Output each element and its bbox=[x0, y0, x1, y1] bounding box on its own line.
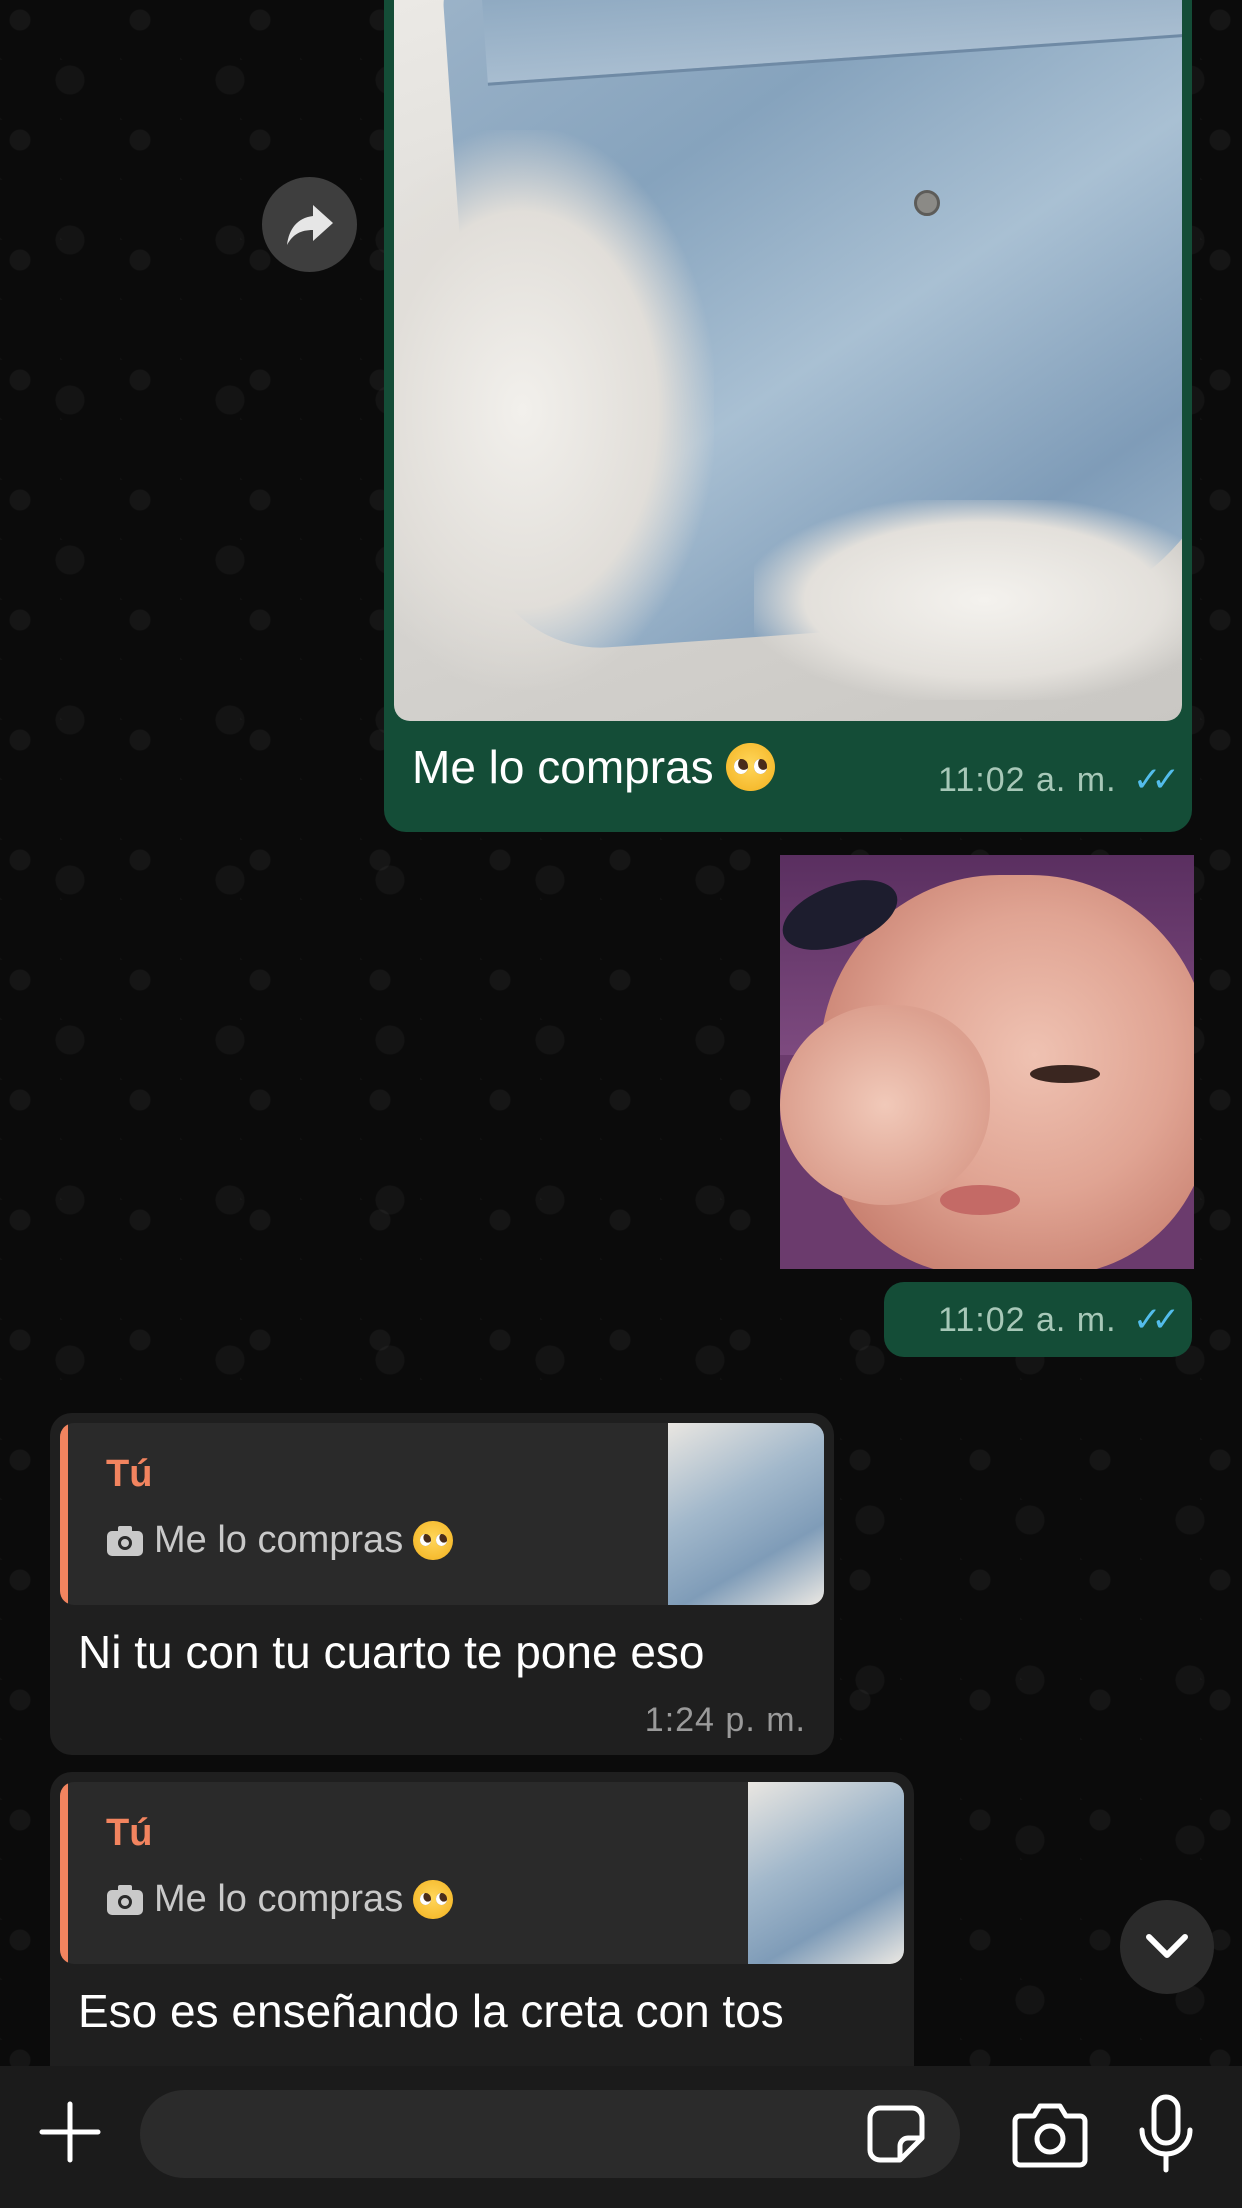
chat-background: Me lo compras 11:02 a. m. ✓✓ 11:02 a. m.… bbox=[0, 0, 1242, 2066]
sticker-icon bbox=[867, 2105, 925, 2163]
incoming-reply-message[interactable]: Tú Me lo compras Eso es enseñando la cre… bbox=[50, 1772, 914, 2066]
plus-icon bbox=[39, 2101, 101, 2163]
attach-button[interactable] bbox=[34, 2096, 106, 2168]
pleading-face-emoji bbox=[413, 1879, 454, 1920]
scroll-to-bottom-button[interactable] bbox=[1120, 1900, 1214, 1994]
message-text: Eso es enseñando la creta con tos bbox=[78, 1985, 784, 2037]
microphone-icon bbox=[1139, 2094, 1193, 2173]
message-meta: 11:02 a. m. ✓✓ bbox=[937, 760, 1180, 800]
quote-thumbnail bbox=[748, 1782, 904, 1964]
pleading-face-emoji bbox=[726, 742, 775, 792]
microphone-button[interactable] bbox=[1136, 2094, 1196, 2174]
incoming-reply-message[interactable]: Tú Me lo compras Ni tu con tu cuarto te … bbox=[50, 1413, 834, 1755]
message-meta: 11:02 a. m. ✓✓ bbox=[884, 1282, 1192, 1357]
message-time: 11:02 a. m. bbox=[937, 1301, 1117, 1339]
chevron-down-icon bbox=[1146, 1934, 1188, 1958]
quote-text: Me lo compras bbox=[106, 1519, 454, 1562]
camera-small-icon bbox=[107, 1884, 143, 1915]
quoted-message[interactable]: Tú Me lo compras bbox=[60, 1423, 824, 1605]
sticker-button[interactable] bbox=[866, 2104, 926, 2164]
camera-button[interactable] bbox=[1012, 2100, 1088, 2168]
quote-thumbnail bbox=[668, 1423, 824, 1605]
forward-button[interactable] bbox=[262, 177, 357, 272]
message-time: 1:24 p. m. bbox=[644, 1701, 806, 1739]
pleading-face-emoji bbox=[413, 1520, 454, 1561]
message-text: Ni tu con tu cuarto te pone eso bbox=[78, 1626, 705, 1678]
quote-text: Me lo compras bbox=[106, 1878, 454, 1921]
quoted-message[interactable]: Tú Me lo compras bbox=[60, 1782, 904, 1964]
message-composer bbox=[0, 2066, 1242, 2208]
double-check-icon: ✓✓ bbox=[1133, 1301, 1180, 1339]
camera-icon bbox=[1012, 2103, 1088, 2168]
camera-small-icon bbox=[107, 1525, 143, 1556]
quote-author: Tú bbox=[106, 1812, 153, 1854]
message-caption: Me lo compras bbox=[412, 740, 775, 794]
jeans-photo[interactable] bbox=[394, 0, 1182, 721]
message-time: 11:02 a. m. bbox=[937, 761, 1117, 799]
message-input[interactable] bbox=[140, 2090, 960, 2178]
forward-arrow-icon bbox=[286, 204, 333, 245]
quote-author: Tú bbox=[106, 1453, 153, 1495]
baby-photo[interactable] bbox=[780, 855, 1194, 1269]
outgoing-image-message[interactable]: Me lo compras 11:02 a. m. ✓✓ bbox=[384, 0, 1192, 832]
double-check-icon: ✓✓ bbox=[1133, 761, 1180, 799]
